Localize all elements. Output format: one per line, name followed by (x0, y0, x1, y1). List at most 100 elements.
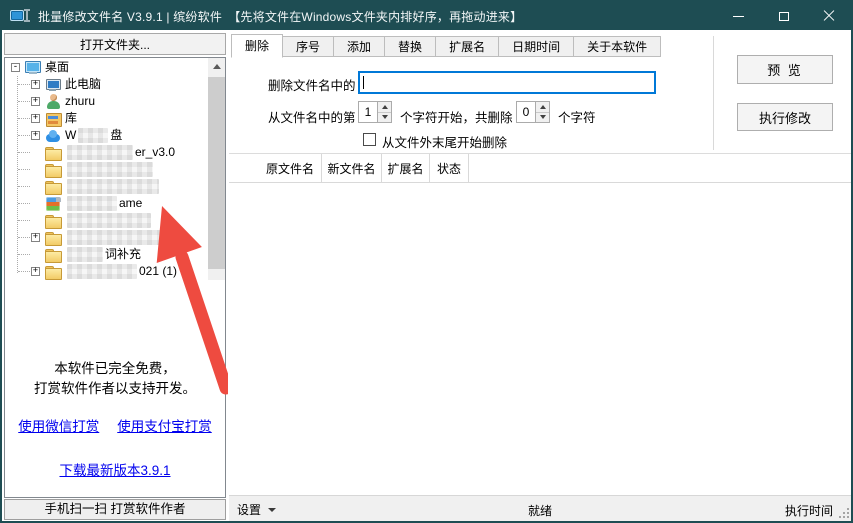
column-header-扩展名[interactable]: 扩展名 (382, 154, 430, 182)
tree-item[interactable]: + 库 (5, 110, 207, 127)
spinner-buttons (535, 102, 549, 122)
tree-item[interactable]: + 此电脑 (5, 76, 207, 93)
delete-count-value: 0 (522, 105, 530, 119)
tab-日期时间[interactable]: 日期时间 (499, 36, 575, 57)
folder-icon (45, 179, 62, 195)
tree-connector-line (18, 152, 30, 153)
tree-connector-line (18, 135, 30, 136)
tree-item[interactable]: +021 (1) (5, 263, 207, 280)
start-char-spinner[interactable]: 1 (358, 101, 392, 123)
expand-expander-icon[interactable]: + (31, 267, 40, 276)
tree-item[interactable] (5, 212, 207, 229)
tree-item[interactable]: - 桌面 (5, 59, 207, 76)
tree-item[interactable]: er_v3.0 (5, 144, 207, 161)
redacted-text (67, 196, 117, 211)
table-body[interactable] (229, 183, 851, 495)
table-header: 原文件名 新文件名 扩展名 状态 (229, 153, 851, 183)
chars-suffix-label: 个字符 (558, 111, 596, 125)
wechat-donate-link[interactable]: 使用微信打赏 (18, 415, 99, 435)
tab-关于本软件[interactable]: 关于本软件 (574, 36, 662, 57)
expand-expander-icon[interactable]: + (31, 131, 40, 140)
tree-connector-line (18, 84, 30, 85)
tree-connector-line (18, 254, 30, 255)
folder-icon (45, 213, 62, 229)
expand-expander-icon[interactable]: + (31, 233, 40, 242)
tree-item[interactable]: + W 盘 (5, 127, 207, 144)
from-end-checkbox[interactable] (363, 133, 376, 146)
redacted-text (67, 213, 151, 228)
tab-添加[interactable]: 添加 (334, 36, 386, 57)
close-button[interactable] (806, 2, 851, 30)
tree-scrollbar[interactable] (208, 58, 225, 280)
redacted-text (67, 230, 161, 245)
donation-block: 本软件已完全免费， 打赏软件作者以支持开发。 使用微信打赏 使用支付宝打赏 下载… (5, 359, 225, 479)
column-header-原文件名[interactable]: 原文件名 (259, 154, 322, 182)
right-panel: 删除 序号 添加 替换 扩展名 日期时间 关于本软件 删除文件名中的 从文件名中的第 1 个… (229, 30, 851, 521)
donation-line-2: 打赏软件作者以支持开发。 (34, 381, 196, 396)
spinner-down-icon[interactable] (378, 111, 391, 123)
tree-item-label: zhuru (65, 94, 96, 108)
delete-count-label: 个字符开始，共删除 (400, 111, 513, 125)
tree-item[interactable]: ame (5, 195, 207, 212)
tree-item[interactable] (5, 161, 207, 178)
delete-text-input[interactable] (358, 71, 656, 94)
column-header-新文件名[interactable]: 新文件名 (322, 154, 382, 182)
minimize-button[interactable] (716, 2, 761, 30)
download-latest-link[interactable]: 下载最新版本3.9.1 (59, 463, 170, 478)
tree-item-label: 此电脑 (65, 77, 102, 91)
text-caret (363, 76, 364, 89)
tab-序号[interactable]: 序号 (283, 36, 335, 57)
tree-item[interactable]: 词补充 (5, 246, 207, 263)
resize-grip-icon[interactable] (838, 507, 849, 518)
form-divider (713, 36, 714, 150)
preview-button[interactable]: 预 览 (737, 55, 833, 84)
tab-扩展名[interactable]: 扩展名 (436, 36, 500, 57)
from-end-checkbox-label: 从文件外末尾开始删除 (382, 136, 508, 150)
folder-icon (45, 230, 62, 246)
start-char-label: 从文件名中的第 (268, 111, 356, 125)
scroll-up-icon[interactable] (208, 58, 225, 74)
title-bar[interactable]: 批量修改文件名 V3.9.1 | 缤纷软件 【先将文件在Windows文件夹内排… (2, 2, 851, 30)
redacted-text (67, 145, 133, 160)
maximize-icon (778, 11, 789, 21)
delete-count-spinner[interactable]: 0 (516, 101, 550, 123)
expand-expander-icon[interactable]: + (31, 97, 40, 106)
tree-item[interactable]: + (5, 229, 207, 246)
execute-button[interactable]: 执行修改 (737, 103, 833, 131)
spinner-down-icon[interactable] (536, 111, 549, 123)
tab-删除[interactable]: 删除 (231, 34, 284, 58)
app-window: 批量修改文件名 V3.9.1 | 缤纷软件 【先将文件在Windows文件夹内排… (0, 0, 853, 523)
tree-connector-line (18, 186, 30, 187)
tree-connector-line (18, 118, 30, 119)
scroll-thumb[interactable] (208, 77, 225, 269)
spinner-up-icon[interactable] (378, 102, 391, 112)
tree: - 桌面 + 此电脑 + zhuru + 库 + W 盘 er_v3.0 ame + 词补充 +021 (1) (5, 59, 207, 280)
tree-item[interactable]: + zhuru (5, 93, 207, 110)
maximize-button[interactable] (761, 2, 806, 30)
tree-connector-line (18, 101, 30, 102)
tab-替换[interactable]: 替换 (385, 36, 437, 57)
tab-strip: 删除 序号 添加 替换 扩展名 日期时间 关于本软件 (231, 33, 662, 58)
spinner-up-icon[interactable] (536, 102, 549, 112)
expand-expander-icon[interactable]: + (31, 114, 40, 123)
exec-time-label: 执行时间 (784, 504, 833, 518)
donation-line-1: 本软件已完全免费， (54, 361, 176, 376)
tree-item-label: ame (119, 196, 143, 210)
scan-donate-bar: 手机扫一扫 打赏软件作者 (4, 499, 226, 520)
expand-expander-icon[interactable]: + (31, 80, 40, 89)
tree-connector-line (18, 203, 30, 204)
delete-field-label: 删除文件名中的 (268, 79, 356, 93)
left-panel: 打开文件夹... - 桌面 + 此电脑 + zhuru + 库 + W 盘 er_v3.0ame + 词补… (2, 30, 228, 521)
start-char-value: 1 (364, 105, 372, 119)
table-header-spacer (229, 154, 259, 182)
redacted-text (67, 264, 137, 279)
open-folder-button[interactable]: 打开文件夹... (4, 33, 226, 55)
window-title: 批量修改文件名 V3.9.1 | 缤纷软件 【先将文件在Windows文件夹内排… (38, 9, 523, 24)
collapse-expander-icon[interactable]: - (11, 63, 20, 72)
spinner-buttons (377, 102, 391, 122)
alipay-donate-link[interactable]: 使用支付宝打赏 (117, 415, 212, 435)
column-header-状态[interactable]: 状态 (430, 154, 469, 182)
desktop-icon (25, 60, 42, 76)
tree-item-label: 021 (1) (139, 264, 178, 278)
tree-item[interactable] (5, 178, 207, 195)
